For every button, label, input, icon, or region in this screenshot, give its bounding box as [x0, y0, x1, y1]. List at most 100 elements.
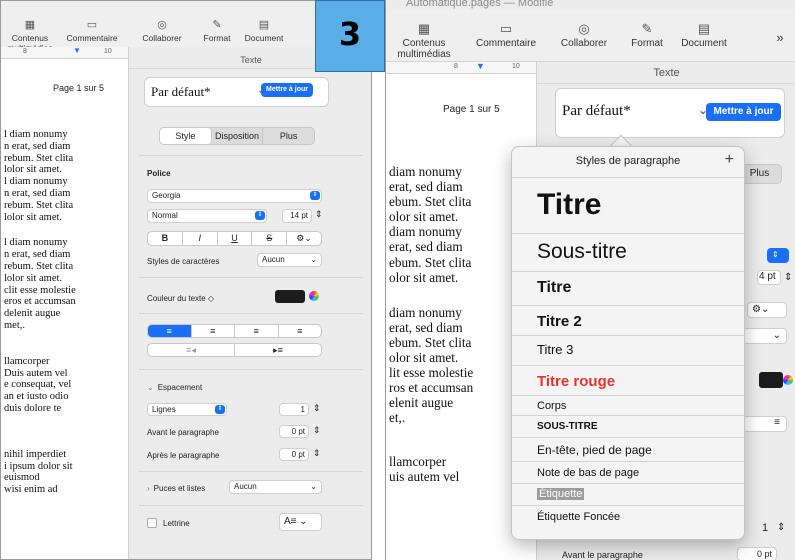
after-paragraph-stepper[interactable]: ⇕	[313, 448, 321, 459]
spacing-heading[interactable]: ⌄ Espacement	[147, 383, 202, 392]
style-item-etiquette-foncee[interactable]: Étiquette Foncée	[512, 505, 744, 529]
media-icon: ▦	[417, 21, 431, 36]
style-item-titre[interactable]: Titre	[512, 177, 744, 233]
advanced-options-button[interactable]: ⚙⌄	[747, 302, 787, 318]
left-window: ▦Contenus multimédias ▭Commentaire ◎Coll…	[0, 0, 372, 560]
char-styles-select[interactable]: Aucun ⌄	[257, 253, 322, 267]
text-color-swatch[interactable]	[275, 290, 305, 303]
bullets-heading[interactable]: › Puces et listes	[147, 484, 205, 493]
paragraph-styles-popover: Styles de paragraphe + Titre Sous-titre …	[511, 146, 745, 540]
tab-more[interactable]: Plus	[263, 128, 314, 144]
after-paragraph-field[interactable]: 0 pt	[279, 448, 309, 461]
update-style-button[interactable]: Mettre à jour	[706, 103, 781, 121]
spacing-stepper[interactable]: ⇕	[777, 522, 785, 533]
divider	[139, 471, 363, 472]
color-wheel-icon[interactable]	[309, 291, 319, 301]
font-weight-select[interactable]: Normal ⇕	[147, 209, 267, 223]
font-size-field[interactable]: 4 pt	[757, 270, 781, 285]
indent-buttons: ≡◂ ▸≡	[147, 343, 322, 357]
font-size-field[interactable]: 14 pt	[282, 209, 312, 223]
before-paragraph-field[interactable]: 0 pt	[279, 425, 309, 438]
toolbar-comment-button[interactable]: ▭ Commentaire	[61, 19, 123, 43]
toolbar-format-button[interactable]: ✎ Format	[624, 21, 670, 50]
tab-marker[interactable]: ▼	[73, 47, 81, 55]
chevron-right-icon: ›	[147, 484, 150, 493]
toolbar: ▦Contenus multimédias ▭Commentaire ◎Coll…	[386, 10, 795, 62]
style-item-sous-titre-caps[interactable]: SOUS-TITRE	[512, 415, 744, 437]
before-paragraph-label: Avant le paragraphe	[147, 428, 219, 437]
toolbar-media-button[interactable]: ▦Contenus multimédias	[386, 21, 464, 61]
toolbar-format-button[interactable]: ✎ Format	[197, 19, 237, 43]
bullets-select[interactable]: Aucun ⌄	[229, 480, 322, 494]
underline-button[interactable]: U	[218, 232, 253, 245]
chevron-down-icon: ⌄	[772, 330, 781, 341]
after-paragraph-label: Après le paragraphe	[147, 451, 220, 460]
spacing-stepper[interactable]: ⇕	[313, 403, 321, 414]
font-size-stepper[interactable]: ⇕	[784, 272, 792, 283]
comment-icon: ▭	[86, 19, 98, 31]
dropcap-checkbox[interactable]	[147, 518, 157, 528]
update-style-button[interactable]: Mettre à jour	[261, 83, 313, 97]
popover-title: Styles de paragraphe	[575, 155, 681, 167]
dropcap-label: Lettrine	[163, 519, 190, 528]
advanced-options-button[interactable]: ⚙⌄	[287, 232, 321, 245]
italic-button[interactable]: I	[183, 232, 218, 245]
style-item-sous-titre[interactable]: Sous-titre	[512, 233, 744, 271]
align-center-button[interactable]: ≡	[192, 325, 235, 337]
strikethrough-button[interactable]: S	[252, 232, 288, 245]
color-wheel-icon[interactable]	[783, 375, 793, 385]
divider	[139, 277, 363, 278]
toolbar-document-button[interactable]: ▤ Document	[241, 19, 287, 43]
decrease-indent-button[interactable]: ≡◂	[148, 344, 235, 356]
paragraph: l diam nonumy n erat, sed diam rebum. Stet…	[4, 129, 74, 223]
toolbar-overflow-icon[interactable]: »	[770, 30, 790, 45]
before-paragraph-field[interactable]: 0 pt	[737, 547, 777, 560]
collaborate-icon: ◎	[578, 21, 590, 36]
window-title: Automatique.pages — Modifié	[386, 0, 795, 10]
justify-button[interactable]: ≡	[279, 325, 322, 337]
divider	[139, 313, 363, 314]
text-color-swatch[interactable]	[759, 372, 783, 388]
increase-indent-button[interactable]: ▸≡	[235, 344, 321, 356]
toolbar-collaborate-button[interactable]: ◎ Collaborer	[137, 19, 187, 43]
font-family-select-button[interactable]: ⇕	[767, 248, 789, 263]
before-paragraph-stepper[interactable]: ⇕	[313, 425, 321, 436]
dropcap-style-select[interactable]: A≡ ⌄	[279, 513, 322, 531]
style-item-titre-2[interactable]: Titre 2	[512, 305, 744, 335]
add-style-button[interactable]: +	[725, 151, 734, 169]
chevron-down-icon: ⌄	[310, 482, 317, 491]
font-size-stepper[interactable]: ⇕	[315, 209, 323, 220]
document-canvas[interactable]: 8 ▼ 10 Page 1 sur 5 l diam nonumy n erat,…	[1, 47, 128, 559]
paragraph: llamcorper uis autem vel	[389, 453, 460, 484]
font-family-select[interactable]: Georgia ⇕	[147, 189, 322, 203]
spacing-value-field[interactable]: 1	[762, 522, 768, 534]
sidebar-title: Texte	[537, 62, 795, 84]
style-item-titre-rouge[interactable]: Titre rouge	[512, 365, 744, 395]
chevron-down-icon: ⌄	[147, 383, 154, 392]
chevron-updown-icon: ⇕	[772, 250, 779, 259]
style-item-entete-pied[interactable]: En-tête, pied de page	[512, 437, 744, 461]
tab-style[interactable]: Style	[160, 128, 212, 144]
bold-button[interactable]: B	[148, 232, 183, 245]
align-left-button[interactable]: ≡	[148, 325, 192, 337]
spacing-value-field[interactable]: 1	[279, 403, 309, 416]
document-text[interactable]: l diam nonumy n erat, sed diam rebum. Stet…	[4, 129, 76, 496]
ruler: 8 ▼ 10	[1, 47, 128, 59]
format-icon: ✎	[641, 21, 653, 36]
toolbar-comment-button[interactable]: ▭ Commentaire	[470, 22, 542, 50]
style-item-titre-1[interactable]: Titre	[512, 271, 744, 305]
toolbar-collaborate-button[interactable]: ◎ Collaborer	[554, 21, 614, 50]
collaborate-icon: ◎	[157, 19, 167, 31]
toolbar-document-button[interactable]: ▤ Document	[674, 22, 734, 50]
style-item-note-bas-page[interactable]: Note de bas de page	[512, 461, 744, 483]
document-text[interactable]: diam nonumy erat, sed diam ebum. Stet clit…	[389, 164, 473, 484]
tab-layout[interactable]: Disposition	[212, 128, 264, 144]
align-right-button[interactable]: ≡	[235, 325, 279, 337]
spacing-type-select[interactable]: Lignes ⇕	[147, 403, 227, 416]
style-item-titre-3[interactable]: Titre 3	[512, 335, 744, 365]
divider	[139, 369, 363, 370]
tab-marker[interactable]: ▼	[476, 62, 485, 71]
style-item-etiquette[interactable]: Étiquette	[512, 483, 744, 505]
style-item-corps[interactable]: Corps	[512, 395, 744, 415]
page-indicator: Page 1 sur 5	[53, 83, 105, 93]
